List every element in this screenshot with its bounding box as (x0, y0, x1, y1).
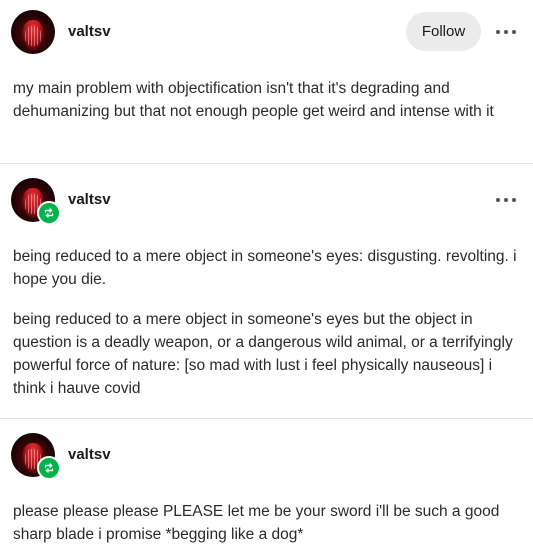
post-text: my main problem with objectification isn… (13, 80, 494, 120)
username[interactable]: valtsv (68, 191, 111, 208)
username[interactable]: valtsv (68, 23, 111, 40)
avatar[interactable] (11, 10, 55, 54)
divider (0, 418, 533, 419)
post-text: being reduced to a mere object in someon… (13, 248, 517, 288)
avatar-detail (25, 26, 41, 46)
divider (0, 163, 533, 164)
more-options-icon[interactable] (496, 197, 516, 203)
follow-button[interactable]: Follow (406, 12, 481, 51)
reblog-icon (37, 201, 61, 225)
username[interactable]: valtsv (68, 446, 111, 463)
post-text: please please please PLEASE let me be yo… (13, 503, 500, 543)
post-text: being reduced to a mere object in someon… (13, 311, 513, 397)
reblog-icon (37, 456, 61, 480)
more-options-icon[interactable] (496, 29, 516, 35)
